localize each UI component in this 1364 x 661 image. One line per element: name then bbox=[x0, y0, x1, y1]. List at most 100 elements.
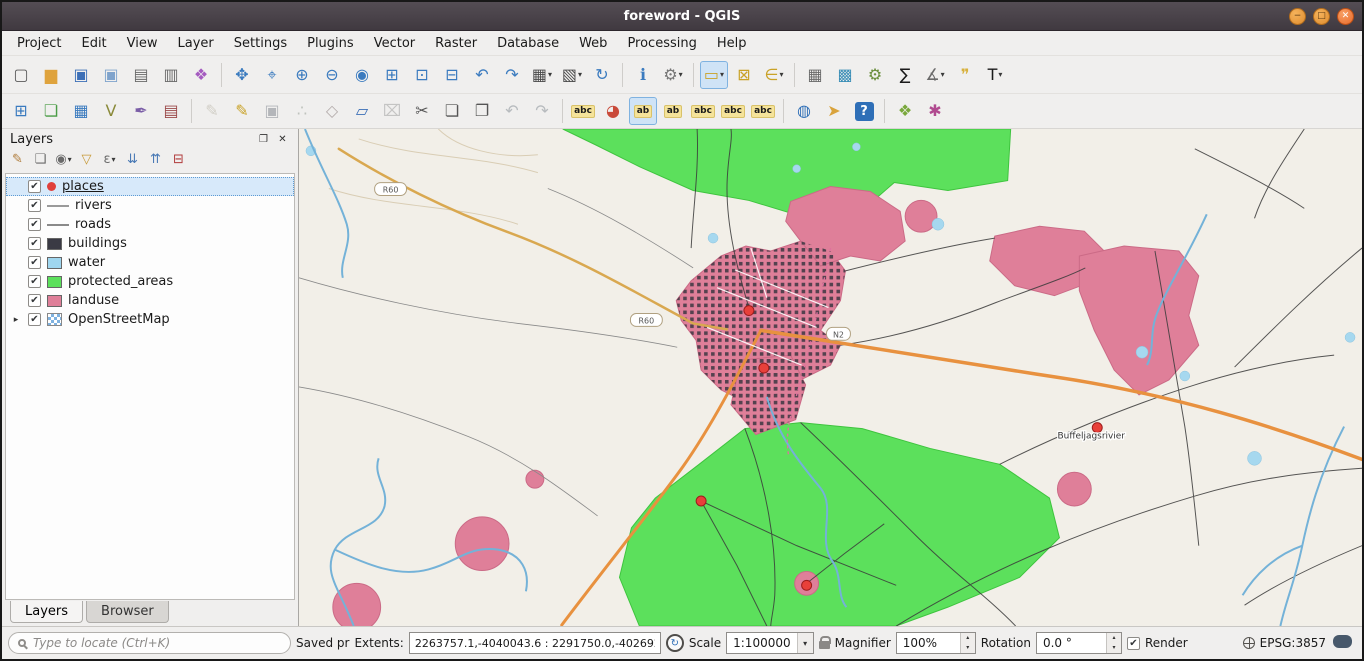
layer-checkbox[interactable]: ✔ bbox=[28, 313, 41, 326]
menu-vector[interactable]: Vector bbox=[365, 34, 424, 53]
menu-project[interactable]: Project bbox=[8, 34, 70, 53]
layer-item-water[interactable]: ✔water bbox=[6, 253, 294, 272]
remove-layer-button[interactable]: ⊟ bbox=[168, 149, 189, 170]
rotate-label-button[interactable]: abc bbox=[719, 97, 747, 125]
menu-processing[interactable]: Processing bbox=[618, 34, 705, 53]
new-print-layout-button[interactable]: ▤ bbox=[127, 61, 155, 89]
cut-features-button[interactable]: ✂ bbox=[408, 97, 436, 125]
measure-line-button[interactable]: ∡▾ bbox=[921, 61, 949, 89]
select-by-expression-button[interactable]: ∈▾ bbox=[760, 61, 788, 89]
filter-legend-button[interactable]: ▽ bbox=[76, 149, 97, 170]
extents-input[interactable] bbox=[409, 632, 661, 654]
dropdown-arrow-icon[interactable]: ▾ bbox=[998, 70, 1002, 79]
layer-item-protected_areas[interactable]: ✔protected_areas bbox=[6, 272, 294, 291]
dropdown-arrow-icon[interactable]: ▾ bbox=[679, 70, 683, 79]
layer-item-places[interactable]: ✔places bbox=[6, 177, 294, 196]
layer-item-openstreetmap[interactable]: ▸✔OpenStreetMap bbox=[6, 310, 294, 329]
menu-layer[interactable]: Layer bbox=[169, 34, 223, 53]
zoom-native-button[interactable]: ◉ bbox=[348, 61, 376, 89]
menu-view[interactable]: View bbox=[118, 34, 167, 53]
project-save-button[interactable]: ▣ bbox=[67, 61, 95, 89]
layer-checkbox[interactable]: ✔ bbox=[28, 180, 41, 193]
maximize-button[interactable]: □ bbox=[1313, 8, 1330, 25]
dropdown-arrow-icon[interactable]: ▾ bbox=[68, 155, 72, 164]
layer-checkbox[interactable]: ✔ bbox=[28, 256, 41, 269]
new-3d-map-view-button[interactable]: ▧▾ bbox=[558, 61, 586, 89]
scale-combo[interactable]: 1:100000 ▾ bbox=[726, 632, 814, 654]
locator-input[interactable] bbox=[33, 636, 281, 650]
new-map-view-button[interactable]: ▦▾ bbox=[528, 61, 556, 89]
panel-tab-layers[interactable]: Layers bbox=[10, 601, 83, 623]
menu-web[interactable]: Web bbox=[570, 34, 616, 53]
titlebar[interactable]: foreword - QGIS − □ ✕ bbox=[2, 2, 1362, 31]
messages-icon[interactable] bbox=[1333, 635, 1352, 648]
menu-settings[interactable]: Settings bbox=[225, 34, 296, 53]
modify-attributes-button[interactable]: ▱ bbox=[348, 97, 376, 125]
new-geopackage-layer-button[interactable]: ✒ bbox=[127, 97, 155, 125]
plugin-tool-1-button[interactable]: ❖ bbox=[891, 97, 919, 125]
toggle-editing-button[interactable]: ✎ bbox=[228, 97, 256, 125]
project-new-button[interactable]: ▢ bbox=[7, 61, 35, 89]
dropdown-arrow-icon[interactable]: ▾ bbox=[548, 70, 552, 79]
copy-features-button[interactable]: ❏ bbox=[438, 97, 466, 125]
select-features-button[interactable]: ▭▾ bbox=[700, 61, 728, 89]
plugin-tool-2-button[interactable]: ✱ bbox=[921, 97, 949, 125]
map-tips-button[interactable]: ❞ bbox=[951, 61, 979, 89]
panel-float-icon[interactable]: ❐ bbox=[256, 132, 271, 147]
field-calculator-button[interactable]: ▩ bbox=[831, 61, 859, 89]
zoom-in-button[interactable]: ⊕ bbox=[288, 61, 316, 89]
dropdown-arrow-icon[interactable]: ▾ bbox=[720, 70, 724, 79]
menu-help[interactable]: Help bbox=[708, 34, 756, 53]
highlight-labels-button[interactable]: ab bbox=[659, 97, 687, 125]
magnifier-spin-buttons[interactable]: ▴ ▾ bbox=[960, 633, 975, 653]
metasearch-button[interactable]: ➤ bbox=[820, 97, 848, 125]
spin-up-icon[interactable]: ▴ bbox=[961, 633, 975, 643]
zoom-to-selection-button[interactable]: ⊡ bbox=[408, 61, 436, 89]
filter-by-expression-button[interactable]: ε▾ bbox=[99, 149, 120, 170]
menu-edit[interactable]: Edit bbox=[72, 34, 115, 53]
text-annotation-button[interactable]: T▾ bbox=[981, 61, 1009, 89]
crs-indicator[interactable]: EPSG:3857 bbox=[1243, 636, 1326, 650]
add-vector-layer-button[interactable]: ❏ bbox=[37, 97, 65, 125]
pan-map-button[interactable]: ✥ bbox=[228, 61, 256, 89]
spin-down-icon[interactable]: ▾ bbox=[1107, 643, 1121, 653]
project-open-button[interactable]: ▆ bbox=[37, 61, 65, 89]
style-manager-button[interactable]: ❖ bbox=[187, 61, 215, 89]
statistical-summary-button[interactable]: ∑ bbox=[891, 61, 919, 89]
rotation-spinbox[interactable]: 0.0 ° ▴ ▾ bbox=[1036, 632, 1122, 654]
zoom-last-button[interactable]: ↶ bbox=[468, 61, 496, 89]
layer-item-buildings[interactable]: ✔buildings bbox=[6, 234, 294, 253]
dropdown-arrow-icon[interactable]: ▾ bbox=[578, 70, 582, 79]
layer-item-landuse[interactable]: ✔landuse bbox=[6, 291, 294, 310]
dropdown-arrow-icon[interactable]: ▾ bbox=[941, 70, 945, 79]
identify-features-button[interactable]: ℹ bbox=[629, 61, 657, 89]
menu-raster[interactable]: Raster bbox=[426, 34, 486, 53]
osm-place-search-button[interactable]: ◍ bbox=[790, 97, 818, 125]
zoom-full-button[interactable]: ⊞ bbox=[378, 61, 406, 89]
render-checkbox[interactable]: ✔ bbox=[1127, 637, 1140, 650]
panel-tab-browser[interactable]: Browser bbox=[86, 601, 169, 623]
expander-icon[interactable]: ▸ bbox=[10, 315, 22, 325]
pin-labels-button[interactable]: ab bbox=[629, 97, 657, 125]
magnifier-spinbox[interactable]: 100% ▴ ▾ bbox=[896, 632, 976, 654]
run-feature-action-button[interactable]: ⚙▾ bbox=[659, 61, 687, 89]
minimize-button[interactable]: − bbox=[1289, 8, 1306, 25]
layer-checkbox[interactable]: ✔ bbox=[28, 199, 41, 212]
map-canvas[interactable]: R60 R60 N2 Buffeljagsrivier bbox=[299, 129, 1362, 626]
show-layout-manager-button[interactable]: ▥ bbox=[157, 61, 185, 89]
refresh-extents-icon[interactable]: ↻ bbox=[666, 634, 684, 652]
paste-features-button[interactable]: ❐ bbox=[468, 97, 496, 125]
layer-checkbox[interactable]: ✔ bbox=[28, 275, 41, 288]
refresh-map-button[interactable]: ↻ bbox=[588, 61, 616, 89]
expand-all-button[interactable]: ⇊ bbox=[122, 149, 143, 170]
change-label-button[interactable]: abc bbox=[749, 97, 777, 125]
zoom-to-layer-button[interactable]: ⊟ bbox=[438, 61, 466, 89]
lock-icon[interactable] bbox=[819, 641, 830, 649]
layer-item-rivers[interactable]: ✔rivers bbox=[6, 196, 294, 215]
panel-close-icon[interactable]: ✕ bbox=[275, 132, 290, 147]
new-virtual-layer-button[interactable]: ▤ bbox=[157, 97, 185, 125]
open-data-source-manager-button[interactable]: ⊞ bbox=[7, 97, 35, 125]
manage-map-themes-button[interactable]: ◉▾ bbox=[53, 149, 74, 170]
zoom-out-button[interactable]: ⊖ bbox=[318, 61, 346, 89]
layer-checkbox[interactable]: ✔ bbox=[28, 294, 41, 307]
